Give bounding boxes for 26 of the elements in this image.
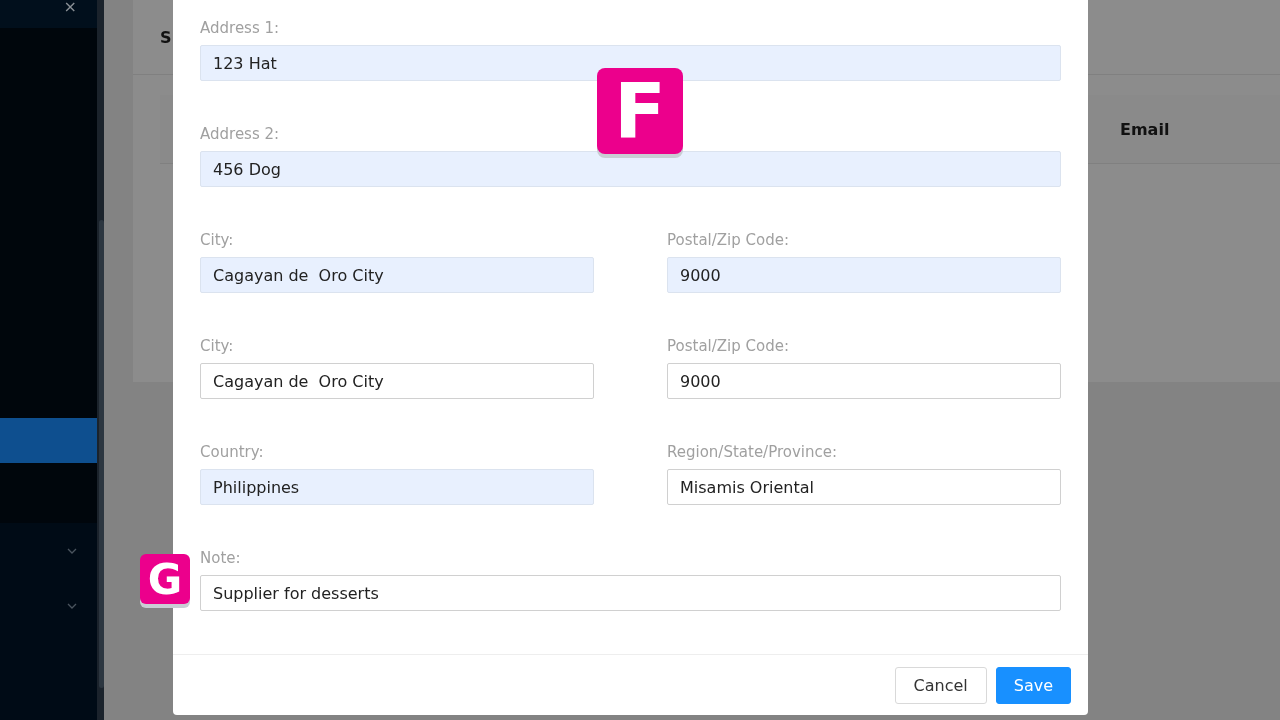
card-title: S xyxy=(160,27,172,47)
field-label: Address 1: xyxy=(200,19,281,37)
menu-item[interactable] xyxy=(0,418,97,463)
field-label: Postal/Zip Code: xyxy=(667,231,790,249)
field-label: Postal/Zip Code: xyxy=(667,337,790,355)
field-label: Region/State/Province: xyxy=(667,443,839,461)
input-field[interactable]: 9000 xyxy=(667,363,1061,399)
field-label: Note: xyxy=(200,549,242,567)
field-label: Address 2: xyxy=(200,125,281,143)
input-field[interactable]: 9000 xyxy=(667,257,1061,293)
column-header: Email xyxy=(1120,119,1170,139)
chevron-icon xyxy=(67,547,77,554)
field-label: Country: xyxy=(200,443,265,461)
field-label: City: xyxy=(200,337,235,355)
input-field[interactable]: 456 Dog xyxy=(200,151,1061,187)
input-field[interactable]: Philippines xyxy=(200,469,594,505)
close-icon[interactable]: × xyxy=(63,0,77,14)
field-label: City: xyxy=(200,231,235,249)
chevron-icon xyxy=(67,602,77,609)
input-field[interactable]: Misamis Oriental xyxy=(667,469,1061,505)
input-field[interactable]: Supplier for desserts xyxy=(200,575,1061,611)
scrollbar[interactable] xyxy=(99,220,104,688)
input-field[interactable]: Cagayan de Oro City xyxy=(200,257,594,293)
input-field[interactable]: Cagayan de Oro City xyxy=(200,363,594,399)
cancel-button[interactable]: Cancel xyxy=(894,666,987,704)
input-field[interactable]: 123 Hat xyxy=(200,45,1061,81)
